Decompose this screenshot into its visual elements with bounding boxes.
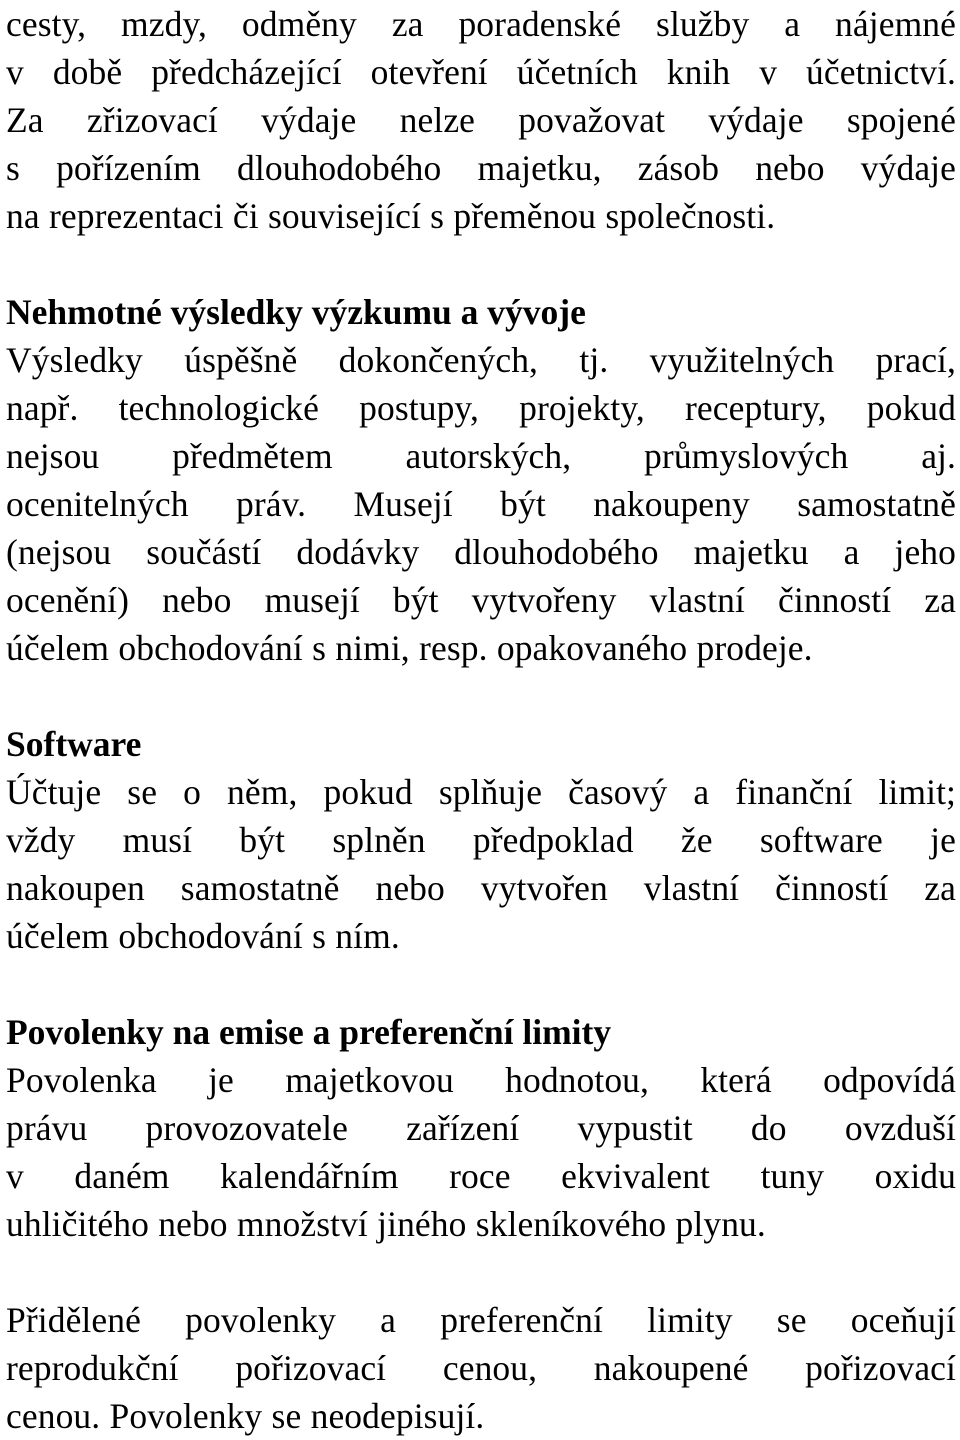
text-line: např. technologické postupy, projekty, r… — [6, 388, 956, 428]
document-page: cesty, mzdy, odměny za poradenské služby… — [0, 0, 960, 1436]
text-line: Přidělené povolenky a preferenční limity… — [6, 1300, 956, 1340]
text-line: uhličitého nebo množství jiného skleníko… — [6, 1204, 766, 1244]
heading-nehmotne-vysledky: Nehmotné výsledky výzkumu a vývoje — [6, 292, 586, 332]
text-line: s pořízením dlouhodobého majetku, zásob … — [6, 148, 956, 188]
heading-software: Software — [6, 724, 142, 764]
text-line: na reprezentaci či související s přeměno… — [6, 196, 776, 236]
document-text-body: cesty, mzdy, odměny za poradenské služby… — [6, 0, 956, 1440]
text-line: reprodukční pořizovací cenou, nakoupené … — [6, 1348, 956, 1388]
text-line: (nejsou součástí dodávky dlouhodobého ma… — [6, 532, 956, 572]
paragraph-software: Účtuje se o něm, pokud splňuje časový a … — [6, 768, 956, 960]
paragraph-nehmotne-vysledky: Výsledky úspěšně dokončených, tj. využit… — [6, 336, 956, 672]
text-line: Výsledky úspěšně dokončených, tj. využit… — [6, 340, 956, 380]
text-line: nakoupen samostatně nebo vytvořen vlastn… — [6, 868, 956, 908]
text-line: Účtuje se o něm, pokud splňuje časový a … — [6, 772, 956, 812]
paragraph-povolenka-definice: Povolenka je majetkovou hodnotou, která … — [6, 1056, 956, 1248]
text-line: Za zřizovací výdaje nelze považovat výda… — [6, 100, 956, 140]
text-line: cenou. Povolenky se neodepisují. — [6, 1396, 485, 1436]
text-line: cesty, mzdy, odměny za poradenské služby… — [6, 4, 956, 44]
heading-povolenky-na-emise: Povolenky na emise a preferenční limity — [6, 1012, 612, 1052]
text-line: vždy musí být splněn předpoklad že softw… — [6, 820, 956, 860]
text-line: ocenění) nebo musejí být vytvořeny vlast… — [6, 580, 956, 620]
text-line: nejsou předmětem autorských, průmyslovýc… — [6, 436, 956, 476]
paragraph-prideleleme-povolenky: Přidělené povolenky a preferenční limity… — [6, 1296, 956, 1440]
text-line: právu provozovatele zařízení vypustit do… — [6, 1108, 956, 1148]
text-line: účelem obchodování s ním. — [6, 916, 400, 956]
paragraph-zrizovaci-vydaje: cesty, mzdy, odměny za poradenské služby… — [6, 0, 956, 240]
text-line: účelem obchodování s nimi, resp. opakova… — [6, 628, 813, 668]
text-line: ocenitelných práv. Musejí být nakoupeny … — [6, 484, 956, 524]
text-line: v době předcházející otevření účetních k… — [6, 52, 956, 92]
text-line: Povolenka je majetkovou hodnotou, která … — [6, 1060, 956, 1100]
text-line: v daném kalendářním roce ekvivalent tuny… — [6, 1156, 956, 1196]
